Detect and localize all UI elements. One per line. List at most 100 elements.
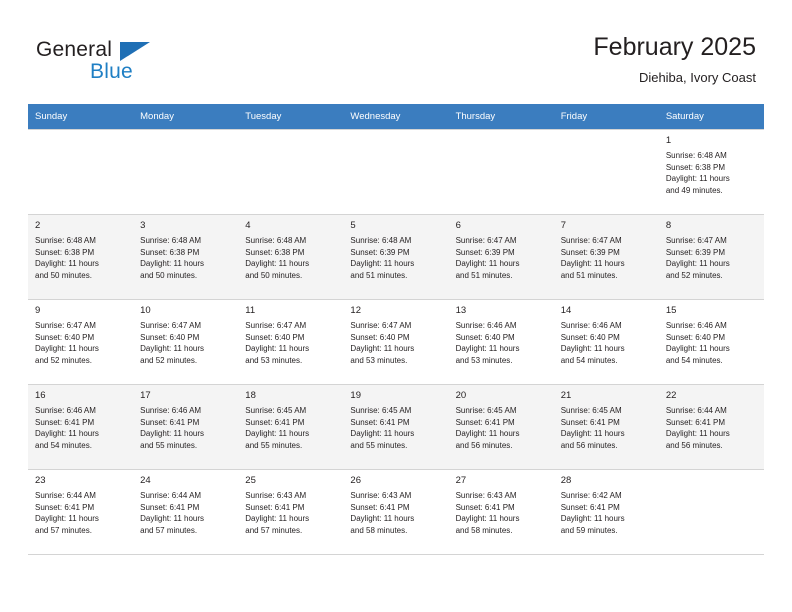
calendar-day-sun-info: Sunrise: 6:48 AM Sunset: 6:38 PM Dayligh…: [140, 236, 205, 280]
calendar-day-cell[interactable]: 16 Sunrise: 6:46 AM Sunset: 6:41 PM Dayli…: [28, 384, 134, 470]
calendar-day-sun-info: Sunrise: 6:46 AM Sunset: 6:41 PM Dayligh…: [140, 406, 205, 450]
calendar-day-cell[interactable]: 1 Sunrise: 6:48 AM Sunset: 6:38 PM Daylig…: [658, 129, 764, 215]
calendar-day-content: 21 Sunrise: 6:45 AM Sunset: 6:41 PM Dayli…: [554, 385, 659, 465]
calendar-day-cell[interactable]: 23 Sunrise: 6:44 AM Sunset: 6:41 PM Dayli…: [28, 469, 134, 555]
calendar-day-cell[interactable]: 13 Sunrise: 6:46 AM Sunset: 6:40 PM Dayli…: [448, 299, 554, 385]
calendar-day-cell[interactable]: 25 Sunrise: 6:43 AM Sunset: 6:41 PM Dayli…: [238, 469, 344, 555]
calendar-day-content: 16 Sunrise: 6:46 AM Sunset: 6:41 PM Dayli…: [28, 385, 133, 465]
calendar-day-number: 14: [560, 305, 572, 316]
calendar-day-cell[interactable]: 18 Sunrise: 6:45 AM Sunset: 6:41 PM Dayli…: [238, 384, 344, 470]
brand-logo[interactable]: General Blue: [36, 38, 236, 88]
calendar-day-content: 3 Sunrise: 6:48 AM Sunset: 6:38 PM Daylig…: [133, 215, 238, 295]
title-block: February 2025 Diehiba, Ivory Coast: [593, 32, 756, 87]
calendar-day-cell[interactable]: 19 Sunrise: 6:45 AM Sunset: 6:41 PM Dayli…: [343, 384, 449, 470]
calendar-day-cell[interactable]: 28 Sunrise: 6:42 AM Sunset: 6:41 PM Dayli…: [553, 469, 659, 555]
calendar-day-content: [449, 130, 554, 210]
calendar-day-content: 15 Sunrise: 6:46 AM Sunset: 6:40 PM Dayli…: [659, 300, 764, 380]
calendar-day-content: 8 Sunrise: 6:47 AM Sunset: 6:39 PM Daylig…: [659, 215, 764, 295]
calendar-day-sun-info: Sunrise: 6:47 AM Sunset: 6:39 PM Dayligh…: [665, 236, 730, 280]
calendar-day-cell[interactable]: 15 Sunrise: 6:46 AM Sunset: 6:40 PM Dayli…: [658, 299, 764, 385]
calendar-week-row: 1 Sunrise: 6:48 AM Sunset: 6:38 PM Daylig…: [28, 129, 764, 215]
calendar-day-cell[interactable]: 8 Sunrise: 6:47 AM Sunset: 6:39 PM Daylig…: [658, 214, 764, 300]
brand-name-blue: Blue: [90, 60, 133, 83]
calendar-day-sun-info: Sunrise: 6:42 AM Sunset: 6:41 PM Dayligh…: [560, 491, 625, 535]
calendar-day-sun-info: Sunrise: 6:48 AM Sunset: 6:39 PM Dayligh…: [350, 236, 415, 280]
calendar-day-number: 13: [455, 305, 467, 316]
calendar-day-number: 17: [140, 390, 151, 401]
calendar-day-content: 28 Sunrise: 6:42 AM Sunset: 6:41 PM Dayli…: [554, 470, 659, 550]
calendar-day-cell[interactable]: 9 Sunrise: 6:47 AM Sunset: 6:40 PM Daylig…: [28, 299, 134, 385]
calendar-day-content: 20 Sunrise: 6:45 AM Sunset: 6:41 PM Dayli…: [449, 385, 554, 465]
calendar-day-cell[interactable]: 3 Sunrise: 6:48 AM Sunset: 6:38 PM Daylig…: [133, 214, 239, 300]
calendar-day-content: [343, 130, 448, 210]
calendar-day-content: 11 Sunrise: 6:47 AM Sunset: 6:40 PM Dayli…: [238, 300, 343, 380]
calendar-day-sun-info: Sunrise: 6:45 AM Sunset: 6:41 PM Dayligh…: [350, 406, 415, 450]
calendar-day-sun-info: Sunrise: 6:44 AM Sunset: 6:41 PM Dayligh…: [35, 491, 99, 535]
calendar-day-cell-empty: [133, 129, 239, 215]
calendar-day-sun-info: Sunrise: 6:47 AM Sunset: 6:40 PM Dayligh…: [35, 321, 99, 365]
calendar-day-number: 20: [455, 390, 467, 401]
calendar-week-row: 9 Sunrise: 6:47 AM Sunset: 6:40 PM Daylig…: [28, 299, 764, 385]
calendar-day-number: 16: [35, 390, 46, 401]
calendar-day-number: 27: [455, 475, 467, 486]
calendar-day-cell-empty: [448, 129, 554, 215]
calendar-day-cell[interactable]: 20 Sunrise: 6:45 AM Sunset: 6:41 PM Dayli…: [448, 384, 554, 470]
weekday-header-monday: Monday: [133, 104, 239, 130]
weekday-header-saturday: Saturday: [658, 104, 764, 130]
calendar-day-number: 26: [350, 475, 361, 486]
calendar-day-cell[interactable]: 17 Sunrise: 6:46 AM Sunset: 6:41 PM Dayli…: [133, 384, 239, 470]
calendar-day-cell[interactable]: 26 Sunrise: 6:43 AM Sunset: 6:41 PM Dayli…: [343, 469, 449, 555]
weekday-header-friday: Friday: [553, 104, 659, 130]
calendar-day-cell[interactable]: 24 Sunrise: 6:44 AM Sunset: 6:41 PM Dayli…: [133, 469, 239, 555]
calendar-week-row: 23 Sunrise: 6:44 AM Sunset: 6:41 PM Dayli…: [28, 469, 764, 555]
calendar-day-cell-empty: [553, 129, 659, 215]
calendar-day-content: [659, 470, 764, 550]
calendar-day-number: 11: [245, 305, 256, 316]
calendar-day-cell[interactable]: 27 Sunrise: 6:43 AM Sunset: 6:41 PM Dayli…: [448, 469, 554, 555]
calendar-page: General Blue February 2025 Diehiba, Ivor…: [0, 0, 792, 612]
calendar-day-cell[interactable]: 5 Sunrise: 6:48 AM Sunset: 6:39 PM Daylig…: [343, 214, 449, 300]
calendar-day-cell[interactable]: 21 Sunrise: 6:45 AM Sunset: 6:41 PM Dayli…: [553, 384, 659, 470]
calendar-day-content: 4 Sunrise: 6:48 AM Sunset: 6:38 PM Daylig…: [238, 215, 343, 295]
calendar-day-content: 7 Sunrise: 6:47 AM Sunset: 6:39 PM Daylig…: [554, 215, 659, 295]
page-header: General Blue February 2025 Diehiba, Ivor…: [0, 0, 792, 100]
calendar-day-number: 3: [140, 220, 146, 231]
calendar-day-cell[interactable]: 2 Sunrise: 6:48 AM Sunset: 6:38 PM Daylig…: [28, 214, 134, 300]
calendar-day-number: 7: [560, 220, 566, 231]
calendar-day-number: 1: [665, 135, 672, 146]
calendar-day-content: 10 Sunrise: 6:47 AM Sunset: 6:40 PM Dayli…: [133, 300, 238, 380]
calendar-day-content: 24 Sunrise: 6:44 AM Sunset: 6:41 PM Dayli…: [133, 470, 238, 550]
calendar-day-sun-info: Sunrise: 6:45 AM Sunset: 6:41 PM Dayligh…: [560, 406, 625, 450]
calendar-day-cell[interactable]: 7 Sunrise: 6:47 AM Sunset: 6:39 PM Daylig…: [553, 214, 659, 300]
calendar-day-sun-info: Sunrise: 6:43 AM Sunset: 6:41 PM Dayligh…: [350, 491, 415, 535]
calendar-day-content: [554, 130, 659, 210]
calendar-day-cell[interactable]: 11 Sunrise: 6:47 AM Sunset: 6:40 PM Dayli…: [238, 299, 344, 385]
calendar-day-content: 18 Sunrise: 6:45 AM Sunset: 6:41 PM Dayli…: [238, 385, 343, 465]
calendar-day-sun-info: Sunrise: 6:47 AM Sunset: 6:40 PM Dayligh…: [350, 321, 415, 365]
calendar-day-cell[interactable]: 6 Sunrise: 6:47 AM Sunset: 6:39 PM Daylig…: [448, 214, 554, 300]
calendar-day-content: 17 Sunrise: 6:46 AM Sunset: 6:41 PM Dayli…: [133, 385, 238, 465]
calendar-day-number: 5: [350, 220, 356, 231]
calendar-day-number: 28: [560, 475, 572, 486]
calendar-day-content: 26 Sunrise: 6:43 AM Sunset: 6:41 PM Dayli…: [343, 470, 448, 550]
calendar-day-content: 12 Sunrise: 6:47 AM Sunset: 6:40 PM Dayli…: [343, 300, 448, 380]
calendar-day-number: 8: [665, 220, 672, 231]
calendar-day-cell[interactable]: 4 Sunrise: 6:48 AM Sunset: 6:38 PM Daylig…: [238, 214, 344, 300]
weekday-header-sunday: Sunday: [28, 104, 134, 130]
calendar-day-sun-info: Sunrise: 6:48 AM Sunset: 6:38 PM Dayligh…: [665, 151, 730, 195]
calendar-day-sun-info: Sunrise: 6:43 AM Sunset: 6:41 PM Dayligh…: [455, 491, 520, 535]
calendar-day-cell[interactable]: 14 Sunrise: 6:46 AM Sunset: 6:40 PM Dayli…: [553, 299, 659, 385]
weekday-header-tuesday: Tuesday: [238, 104, 344, 130]
calendar-day-sun-info: Sunrise: 6:46 AM Sunset: 6:40 PM Dayligh…: [560, 321, 625, 365]
calendar-day-cell[interactable]: 12 Sunrise: 6:47 AM Sunset: 6:40 PM Dayli…: [343, 299, 449, 385]
calendar-day-content: 9 Sunrise: 6:47 AM Sunset: 6:40 PM Daylig…: [28, 300, 133, 380]
calendar-week-row: 2 Sunrise: 6:48 AM Sunset: 6:38 PM Daylig…: [28, 214, 764, 300]
calendar-day-sun-info: Sunrise: 6:46 AM Sunset: 6:41 PM Dayligh…: [35, 406, 99, 450]
calendar-day-sun-info: Sunrise: 6:47 AM Sunset: 6:39 PM Dayligh…: [455, 236, 520, 280]
calendar-day-number: 15: [665, 305, 677, 316]
calendar-day-cell[interactable]: 22 Sunrise: 6:44 AM Sunset: 6:41 PM Dayli…: [658, 384, 764, 470]
calendar-day-sun-info: Sunrise: 6:46 AM Sunset: 6:40 PM Dayligh…: [665, 321, 730, 365]
calendar-day-cell[interactable]: 10 Sunrise: 6:47 AM Sunset: 6:40 PM Dayli…: [133, 299, 239, 385]
calendar-day-content: 27 Sunrise: 6:43 AM Sunset: 6:41 PM Dayli…: [449, 470, 554, 550]
calendar-day-sun-info: Sunrise: 6:48 AM Sunset: 6:38 PM Dayligh…: [35, 236, 99, 280]
